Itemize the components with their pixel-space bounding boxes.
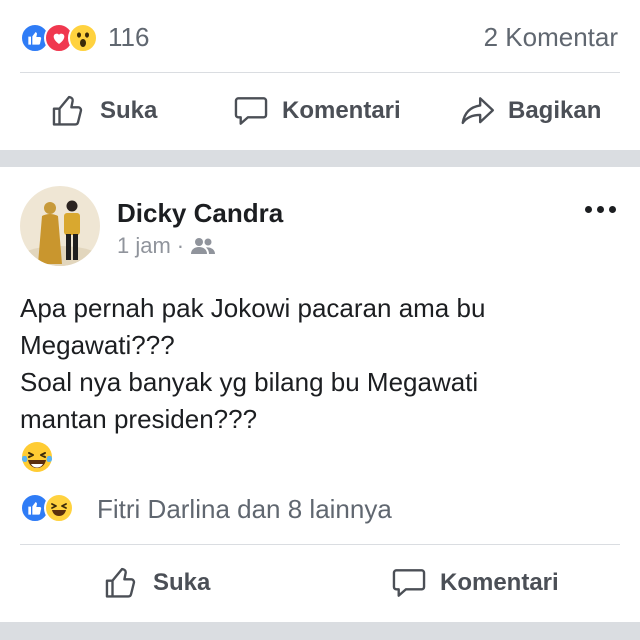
reaction-summary[interactable]: 116 [20,22,149,53]
share-button[interactable]: Bagikan [458,92,601,130]
post-text-line: Megawati??? [20,330,175,360]
post-reaction-summary[interactable] [20,493,74,523]
meta-separator: · [176,233,185,258]
post-separator [0,150,640,167]
comment-label: Komentari [282,97,401,124]
post-author-name[interactable]: Dicky Candra [117,198,283,229]
comment-count-link[interactable]: 2 Komentar [484,22,618,53]
post-text: Apa pernah pak Jokowi pacaran ama bu Meg… [20,290,620,438]
comment-icon [234,97,268,125]
divider [20,544,620,545]
divider [20,72,620,73]
wow-icon [68,22,98,53]
avatar[interactable] [20,186,100,266]
previous-post-footer: 116 2 Komentar Suka Komentari Bagikan [0,0,640,150]
laughing-tears-emoji [20,440,54,479]
comment-button[interactable]: Komentari [390,564,559,602]
post-text-line: Soal nya banyak yg bilang bu Megawati [20,367,479,397]
comment-icon [392,569,426,597]
friends-icon [191,238,216,254]
post-text-line: Apa pernah pak Jokowi pacaran ama bu [20,293,486,323]
share-icon [461,97,495,125]
thumbs-up-icon [52,95,83,126]
like-label: Suka [153,569,211,596]
reaction-count: 116 [108,22,150,52]
comment-button[interactable]: Komentari [232,92,401,130]
haha-icon [44,493,74,523]
reactions-label[interactable]: Fitri Darlina dan 8 lainnya [97,494,392,525]
like-button[interactable]: Suka [103,564,210,602]
thumbs-up-icon [105,567,136,598]
comment-label: Komentari [440,569,559,596]
post-meta: 1 jam · [117,233,216,259]
more-dots-icon[interactable] [585,206,616,213]
like-button[interactable]: Suka [50,92,157,130]
post-timestamp[interactable]: 1 jam [117,233,171,259]
like-label: Suka [100,97,158,124]
post-separator [0,622,640,640]
post-text-line: mantan presiden??? [20,404,258,434]
share-label: Bagikan [508,97,602,124]
